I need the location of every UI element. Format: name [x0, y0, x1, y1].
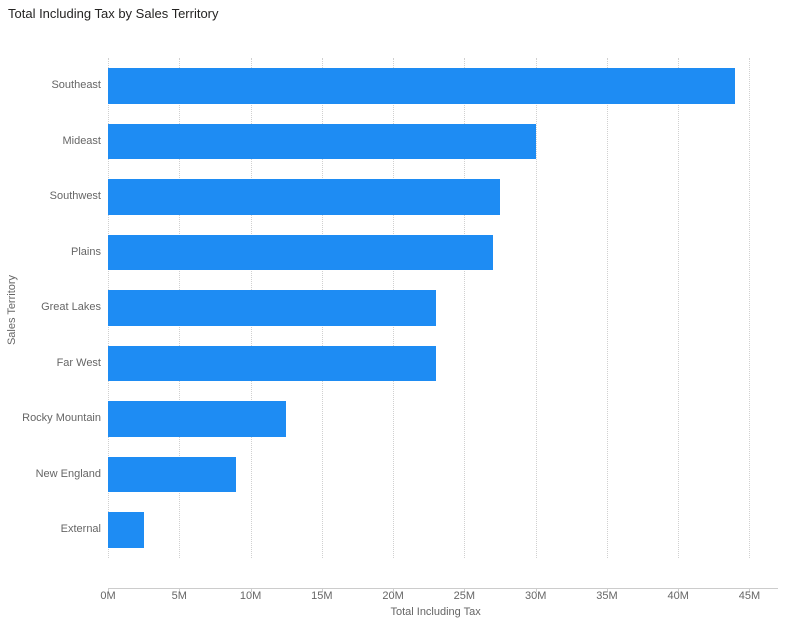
- bar[interactable]: [108, 346, 436, 382]
- bar[interactable]: [108, 124, 536, 160]
- y-tick-label: Great Lakes: [6, 280, 101, 336]
- bar-row: [108, 169, 778, 225]
- x-tick-label: 0M: [100, 590, 115, 602]
- x-tick-label: 45M: [739, 590, 760, 602]
- y-tick-label: Southwest: [6, 169, 101, 225]
- x-tick-label: 5M: [172, 590, 187, 602]
- x-axis-title: Total Including Tax: [390, 606, 480, 618]
- bar-row: [108, 336, 778, 392]
- bar[interactable]: [108, 179, 500, 215]
- bar-row: [108, 225, 778, 281]
- bar-row: [108, 58, 778, 114]
- bar[interactable]: [108, 512, 144, 548]
- bar[interactable]: [108, 235, 493, 271]
- bar-row: [108, 280, 778, 336]
- chart-area: Sales Territory Total Including Tax 0M5M…: [0, 30, 799, 620]
- y-tick-label: Plains: [6, 225, 101, 281]
- y-tick-label: Rocky Mountain: [6, 391, 101, 447]
- plot-region: [108, 58, 778, 558]
- bar-row: [108, 447, 778, 503]
- y-tick-label: Southeast: [6, 58, 101, 114]
- bar[interactable]: [108, 401, 286, 437]
- y-tick-label: External: [6, 502, 101, 558]
- bar[interactable]: [108, 68, 735, 104]
- bar[interactable]: [108, 290, 436, 326]
- x-tick-label: 20M: [382, 590, 403, 602]
- chart-title: Total Including Tax by Sales Territory: [0, 0, 799, 21]
- bar-row: [108, 502, 778, 558]
- y-tick-label: Mideast: [6, 114, 101, 170]
- y-tick-label: New England: [6, 447, 101, 503]
- bar-row: [108, 391, 778, 447]
- x-tick-label: 15M: [311, 590, 332, 602]
- y-tick-label: Far West: [6, 336, 101, 392]
- x-tick-label: 30M: [525, 590, 546, 602]
- bar[interactable]: [108, 457, 236, 493]
- x-tick-label: 40M: [668, 590, 689, 602]
- x-tick-label: 10M: [240, 590, 261, 602]
- bar-row: [108, 114, 778, 170]
- x-tick-label: 25M: [454, 590, 475, 602]
- x-tick-label: 35M: [596, 590, 617, 602]
